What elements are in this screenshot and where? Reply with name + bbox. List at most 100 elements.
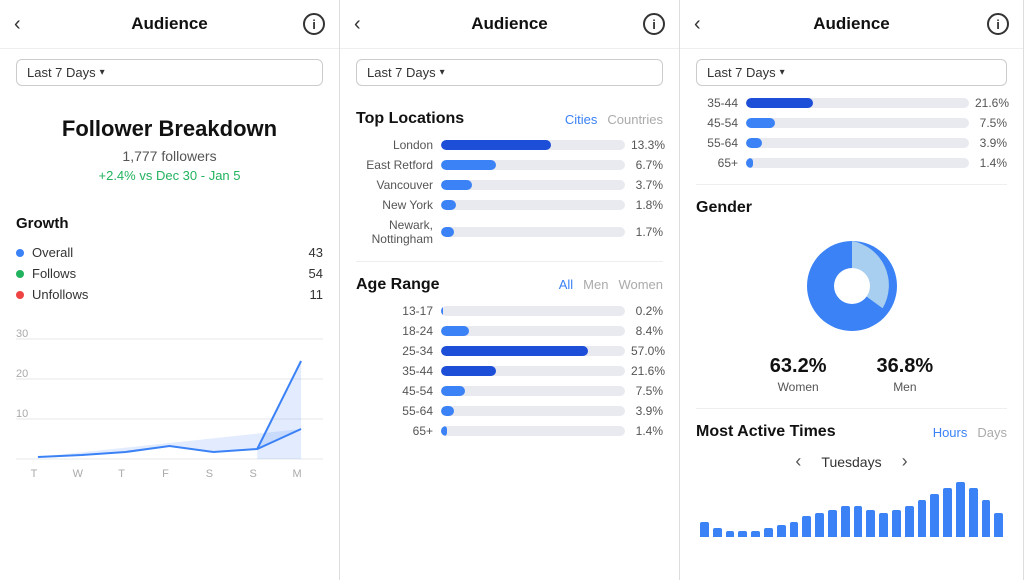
age-bar-45-p3: 45-54 7.5%: [696, 116, 1007, 130]
header-2: ‹ Audience i: [340, 0, 679, 49]
info-icon-2[interactable]: i: [643, 13, 665, 35]
hour-bar-6: [777, 525, 786, 537]
hour-bar-2: [726, 531, 735, 537]
panel-2: ‹ Audience i Last 7 Days ▾ Top Locations…: [340, 0, 680, 580]
hour-bar-7: [790, 522, 799, 537]
hour-bar-17: [918, 500, 927, 537]
age-bar-55: 55-64 3.9%: [356, 404, 663, 418]
hour-bar-9: [815, 513, 824, 537]
chevron-down-icon-1: ▾: [100, 67, 105, 78]
growth-follows: Follows 54: [16, 263, 323, 284]
info-icon-1[interactable]: i: [303, 13, 325, 35]
panel-content-1: Follower Breakdown 1,777 followers +2.4%…: [0, 96, 339, 580]
location-bar-vancouver: Vancouver 3.7%: [356, 178, 663, 192]
back-icon-3[interactable]: ‹: [694, 13, 701, 36]
growth-unfollows: Unfollows 11: [16, 284, 323, 305]
divider-1: [356, 261, 663, 262]
age-bar-25: 25-34 57.0%: [356, 344, 663, 358]
svg-text:10: 10: [16, 408, 28, 420]
panel-3: ‹ Audience i Last 7 Days ▾ 35-44 21.6% 4…: [680, 0, 1024, 580]
panel-title-2: Audience: [471, 14, 548, 34]
dot-overall: [16, 249, 24, 257]
hour-bar-1: [713, 528, 722, 537]
tab-women[interactable]: Women: [618, 277, 663, 292]
age-bar-35: 35-44 21.6%: [356, 364, 663, 378]
svg-text:S: S: [206, 468, 213, 479]
hour-bar-23: [994, 513, 1003, 537]
most-active-header: Most Active Times Hours Days: [696, 423, 1007, 441]
hour-bar-10: [828, 510, 837, 538]
men-label: Men: [877, 380, 934, 394]
hour-bar-14: [879, 513, 888, 537]
tab-countries[interactable]: Countries: [607, 112, 663, 127]
header-1: ‹ Audience i: [0, 0, 339, 49]
dropdown-2[interactable]: Last 7 Days ▾: [356, 59, 663, 86]
hour-bar-22: [982, 500, 991, 537]
hour-bar-11: [841, 506, 850, 537]
svg-text:20: 20: [16, 368, 28, 380]
location-tabs: Cities Countries: [565, 112, 663, 127]
age-bar-65: 65+ 1.4%: [356, 424, 663, 438]
location-bar-newyork: New York 1.8%: [356, 198, 663, 212]
svg-text:M: M: [293, 468, 302, 479]
prev-day-arrow[interactable]: ‹: [795, 451, 801, 472]
tab-cities[interactable]: Cities: [565, 112, 598, 127]
svg-text:S: S: [250, 468, 257, 479]
age-range-title: Age Range: [356, 276, 440, 294]
hour-bar-21: [969, 488, 978, 537]
age-bar-35-p3: 35-44 21.6%: [696, 96, 1007, 110]
back-icon-1[interactable]: ‹: [14, 13, 21, 36]
divider-2: [696, 184, 1007, 185]
gender-title: Gender: [696, 199, 1007, 217]
location-bar-london: London 13.3%: [356, 138, 663, 152]
svg-text:T: T: [31, 468, 38, 479]
dropdown-3[interactable]: Last 7 Days ▾: [696, 59, 1007, 86]
back-icon-2[interactable]: ‹: [354, 13, 361, 36]
hour-bar-19: [943, 488, 952, 537]
svg-text:W: W: [73, 468, 84, 479]
svg-text:T: T: [118, 468, 125, 479]
age-bar-45: 45-54 7.5%: [356, 384, 663, 398]
growth-section: Growth Overall 43 Follows 54 Unfollows: [16, 215, 323, 305]
panel-1: ‹ Audience i Last 7 Days ▾ Follower Brea…: [0, 0, 340, 580]
pie-svg: [797, 231, 907, 341]
age-bar-55-p3: 55-64 3.9%: [696, 136, 1007, 150]
women-pct: 63.2%: [770, 355, 827, 378]
age-bar-18: 18-24 8.4%: [356, 324, 663, 338]
hour-bar-16: [905, 506, 914, 537]
tab-men[interactable]: Men: [583, 277, 608, 292]
tab-hours[interactable]: Hours: [933, 425, 968, 440]
women-stat: 63.2% Women: [770, 355, 827, 394]
top-locations-title: Top Locations: [356, 110, 464, 128]
panel-content-3: 35-44 21.6% 45-54 7.5% 55-64 3.9% 65+ 1.…: [680, 96, 1023, 580]
info-icon-3[interactable]: i: [987, 13, 1009, 35]
active-day: Tuesdays: [821, 454, 881, 470]
growth-title: Growth: [16, 215, 323, 232]
time-tabs: Hours Days: [933, 425, 1007, 440]
chart-svg: 30 20 10 T W T F S S M: [16, 319, 323, 479]
hour-bar-4: [751, 531, 760, 537]
gender-stats: 63.2% Women 36.8% Men: [770, 355, 933, 394]
hour-bar-20: [956, 482, 965, 537]
day-nav: ‹ Tuesdays ›: [696, 451, 1007, 472]
svg-text:30: 30: [16, 328, 28, 340]
men-stat: 36.8% Men: [877, 355, 934, 394]
hour-bar-8: [802, 516, 811, 537]
breakdown-title: Follower Breakdown: [16, 116, 323, 142]
follower-change: +2.4% vs Dec 30 - Jan 5: [16, 168, 323, 183]
tab-days[interactable]: Days: [977, 425, 1007, 440]
location-bar-newark: Newark, Nottingham 1.7%: [356, 218, 663, 247]
hours-bar-chart: [696, 482, 1007, 537]
chevron-down-icon-3: ▾: [780, 67, 785, 78]
tab-all[interactable]: All: [559, 277, 573, 292]
age-bar-13: 13-17 0.2%: [356, 304, 663, 318]
age-tabs: All Men Women: [559, 277, 663, 292]
age-bar-65-p3: 65+ 1.4%: [696, 156, 1007, 170]
hour-bar-15: [892, 510, 901, 538]
next-day-arrow[interactable]: ›: [902, 451, 908, 472]
dropdown-1[interactable]: Last 7 Days ▾: [16, 59, 323, 86]
hour-bar-13: [866, 510, 875, 538]
follower-breakdown: Follower Breakdown 1,777 followers +2.4%…: [16, 96, 323, 199]
chevron-down-icon-2: ▾: [440, 67, 445, 78]
panel-content-2: Top Locations Cities Countries London 13…: [340, 96, 679, 580]
